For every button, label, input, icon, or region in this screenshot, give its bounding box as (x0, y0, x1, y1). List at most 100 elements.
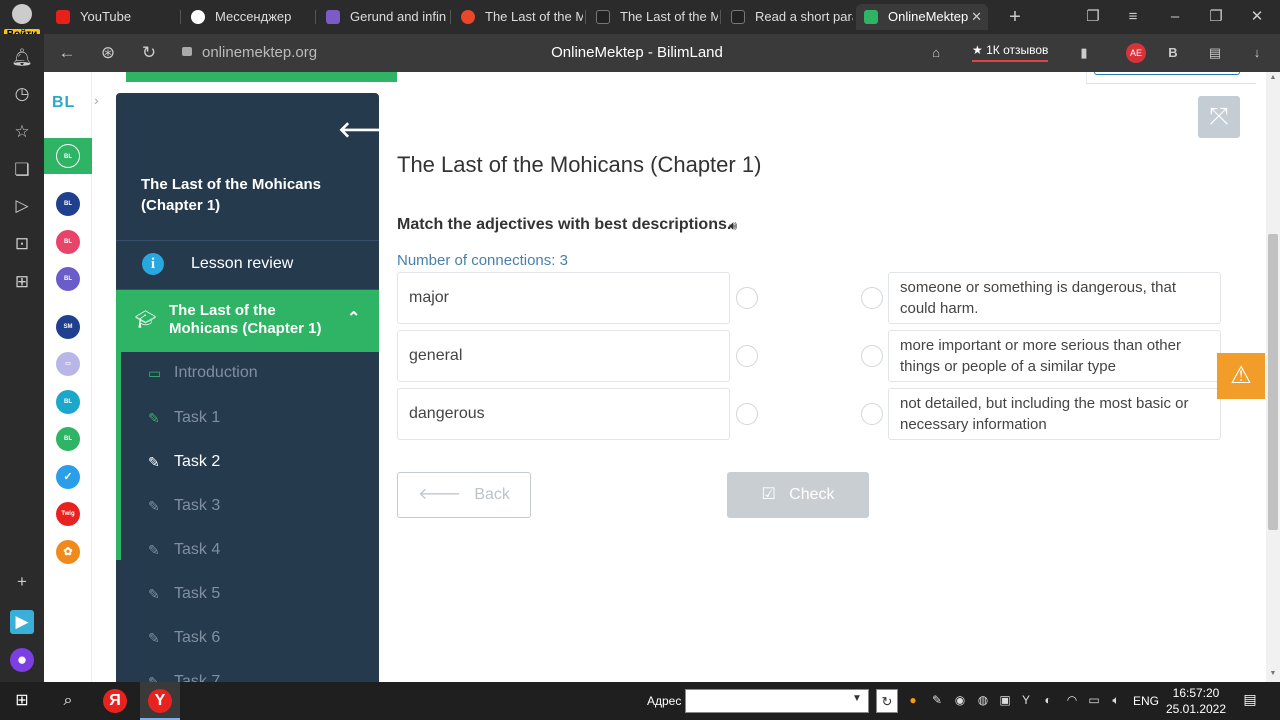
tab-last-mohicans-1[interactable]: The Last of the M (453, 4, 583, 30)
tabs-overview-icon[interactable]: ❐ (1082, 6, 1104, 28)
right-connector-radio[interactable] (861, 345, 883, 367)
product-icon[interactable]: ▭ (56, 352, 80, 376)
downloads-shelf-icon[interactable]: ⌂ (926, 43, 946, 63)
chevron-right-icon[interactable]: › (94, 92, 99, 108)
apps-icon[interactable]: ⊞ (10, 270, 34, 294)
epic-games-icon[interactable]: ▣ (997, 692, 1013, 708)
tab-last-mohicans-2[interactable]: The Last of the M (588, 4, 718, 30)
wifi-icon[interactable]: ◠ (1064, 692, 1080, 708)
tab-read-paragraph[interactable]: Read a short para (723, 4, 853, 30)
tab-messenger[interactable]: Мессенджер (183, 4, 313, 30)
url-field[interactable]: onlinemektep.org (180, 34, 317, 72)
report-warning-icon[interactable]: ⚠ (1217, 353, 1265, 399)
nav-item-task-5[interactable]: ✎ Task 5 (148, 579, 220, 609)
product-icon[interactable]: BL (56, 390, 80, 414)
yandex-tray-icon[interactable]: Y (1018, 692, 1034, 708)
chapter-item[interactable]: 🎓︎ The Last of the Mohicans (Chapter 1) … (121, 290, 379, 352)
match-left-item[interactable]: dangerous (397, 388, 730, 440)
download-icon[interactable]: ↓ (1247, 43, 1267, 63)
match-left-item[interactable]: general (397, 330, 730, 382)
yandex-app-icon[interactable]: Я (103, 689, 127, 713)
product-icon[interactable]: ✿ (56, 540, 80, 564)
fullscreen-toggle-icon[interactable]: ⤧ (1198, 96, 1240, 138)
steam-icon[interactable]: ◍ (975, 692, 991, 708)
chevron-down-icon[interactable]: ▼ (852, 693, 862, 704)
chevron-up-icon[interactable]: ⌃ (347, 308, 360, 328)
close-window-icon[interactable]: ✕ (1246, 6, 1268, 28)
scroll-down-icon[interactable]: ▼ (1266, 668, 1280, 680)
nav-item-task-6[interactable]: ✎ Task 6 (148, 623, 220, 653)
product-icon[interactable]: BL (56, 230, 80, 254)
header-right-button[interactable] (1094, 72, 1240, 75)
nav-item-introduction[interactable]: ▭ Introduction (148, 358, 258, 388)
minimize-icon[interactable]: – (1164, 6, 1186, 28)
ae-extension-icon[interactable]: AE (1126, 43, 1146, 63)
back-button[interactable]: 🡐 Back (397, 472, 531, 518)
nav-item-task-1[interactable]: ✎ Task 1 (148, 403, 220, 433)
vk-icon[interactable]: В (1163, 43, 1183, 63)
nav-item-task-7[interactable]: ✎ Task 7 (148, 667, 220, 682)
left-connector-radio[interactable] (736, 345, 758, 367)
nav-item-task-2[interactable]: ✎ Task 2 (148, 447, 220, 477)
yandex-browser-icon[interactable]: Y (148, 689, 172, 713)
refresh-icon[interactable]: ↻ (876, 689, 898, 713)
product-icon[interactable]: SM (56, 315, 80, 339)
lesson-review-item[interactable]: i Lesson review (116, 241, 379, 289)
search-icon[interactable]: ⌕ (56, 689, 80, 713)
match-right-item[interactable]: someone or something is dangerous, that … (888, 272, 1221, 324)
taskbar-address-input[interactable] (685, 689, 869, 713)
taskbar-clock[interactable]: 16:57:20 25.01.2022 (1164, 685, 1228, 717)
product-icon[interactable]: BL (56, 144, 80, 168)
maximize-icon[interactable]: ❐ (1205, 6, 1227, 28)
collections-icon[interactable]: ▤ (1205, 43, 1225, 63)
tray-app-icon[interactable]: ✎ (929, 692, 945, 708)
right-connector-radio[interactable] (861, 287, 883, 309)
tab-onlinemektep[interactable]: OnlineMektep ✕ (856, 4, 988, 30)
notifications-icon[interactable]: 🔔︎ (10, 46, 34, 70)
left-connector-radio[interactable] (736, 403, 758, 425)
alice-icon[interactable]: ● (10, 648, 34, 672)
back-icon[interactable]: ← (55, 41, 79, 65)
reviews-badge[interactable]: ★ 1К отзывов (972, 42, 1049, 62)
product-icon[interactable]: BL (56, 427, 80, 451)
product-icon[interactable]: ✓ (56, 465, 80, 489)
close-tab-icon[interactable]: ✕ (971, 4, 982, 30)
right-connector-radio[interactable] (861, 403, 883, 425)
notification-center-icon[interactable]: ▤ (1240, 691, 1260, 711)
product-icon[interactable]: BL (56, 267, 80, 291)
add-panel-icon[interactable]: + (10, 570, 34, 594)
speaker-icon[interactable]: 🔊︎ (729, 218, 737, 234)
check-button[interactable]: ☑ Check (727, 472, 869, 518)
new-tab-button[interactable]: + (1004, 6, 1026, 28)
match-left-item[interactable]: major (397, 272, 730, 324)
battery-icon[interactable]: ▭ (1086, 692, 1102, 708)
collections-panel-icon[interactable]: ❏ (10, 158, 34, 182)
left-connector-radio[interactable] (736, 287, 758, 309)
menu-icon[interactable]: ≡ (1122, 6, 1144, 28)
bilimland-logo[interactable]: BL (52, 94, 75, 112)
play-icon[interactable]: ▷ (10, 194, 34, 218)
match-right-item[interactable]: not detailed, but including the most bas… (888, 388, 1221, 440)
favorites-icon[interactable]: ☆ (10, 120, 34, 144)
protect-icon[interactable]: ⊛ (96, 41, 120, 65)
messenger-panel-icon[interactable]: ▶ (10, 610, 34, 634)
scrollbar-thumb[interactable] (1268, 234, 1278, 530)
volume-icon[interactable]: 🔈︎ (1108, 692, 1124, 708)
arrow-left-icon[interactable]: 🡐 (338, 117, 379, 143)
match-right-item[interactable]: more important or more serious than othe… (888, 330, 1221, 382)
camera-icon[interactable]: ⊡ (10, 232, 34, 256)
scroll-up-icon[interactable]: ▲ (1266, 72, 1280, 84)
product-icon[interactable]: BL (56, 192, 80, 216)
windows-start-icon[interactable]: ⊞ (10, 689, 34, 713)
history-icon[interactable]: ◷ (10, 82, 34, 106)
nav-item-task-3[interactable]: ✎ Task 3 (148, 491, 220, 521)
nav-item-task-4[interactable]: ✎ Task 4 (148, 535, 220, 565)
input-language[interactable]: ENG (1133, 694, 1159, 708)
tab-youtube[interactable]: YouTube (48, 4, 178, 30)
reload-icon[interactable]: ↻ (137, 41, 161, 65)
tray-app-icon[interactable]: ◐ (1040, 692, 1056, 708)
bookmark-icon[interactable]: ▮ (1074, 43, 1094, 63)
product-icon[interactable]: Twig (56, 502, 80, 526)
tab-gerund[interactable]: Gerund and infin (318, 4, 448, 30)
tray-app-icon[interactable]: ● (905, 692, 921, 708)
